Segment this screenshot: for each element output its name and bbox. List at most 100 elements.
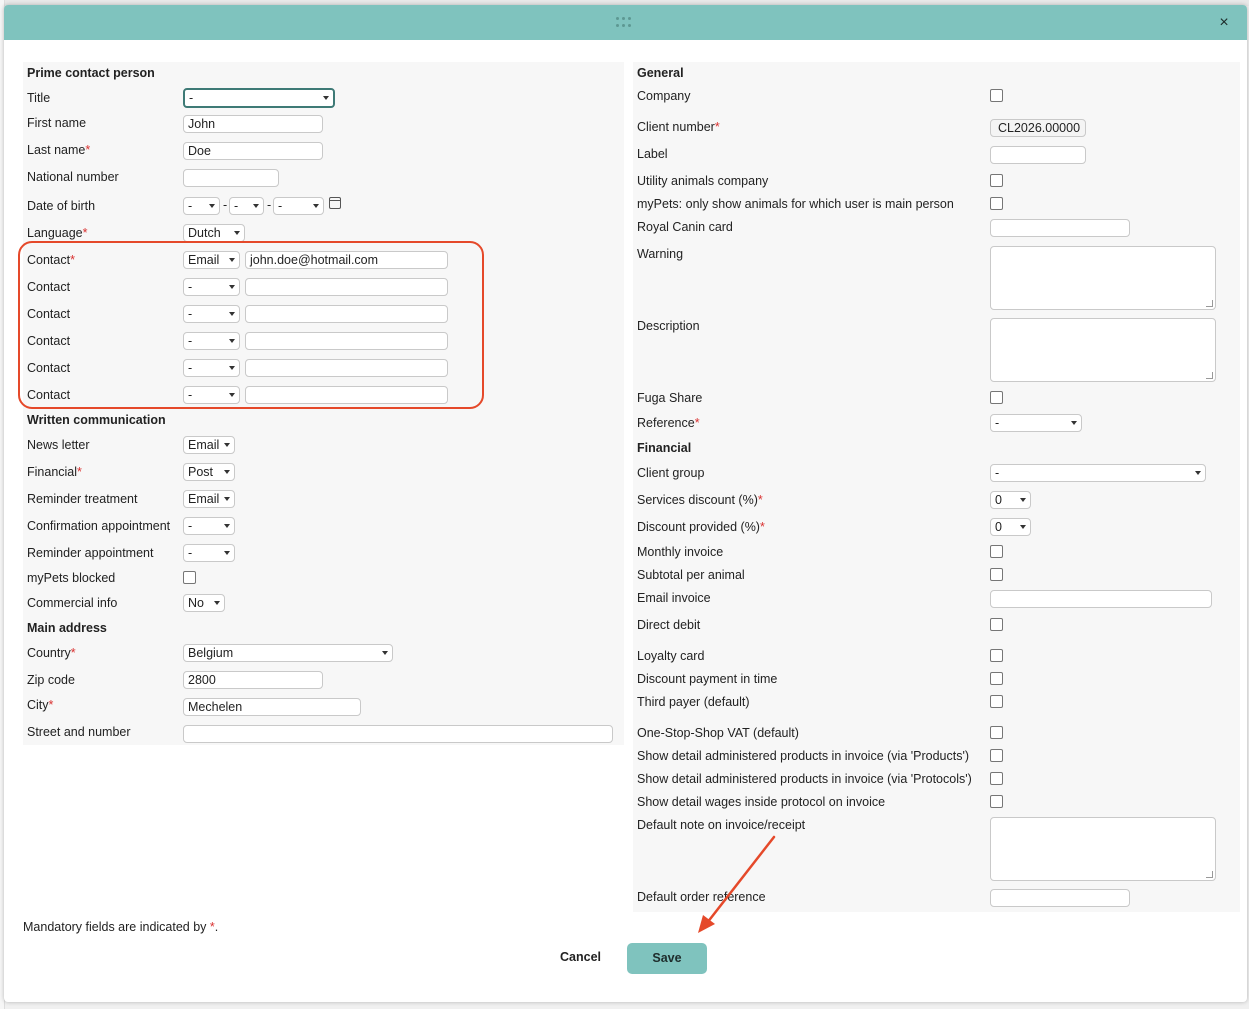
- street-input[interactable]: [183, 725, 613, 743]
- loyalty-card-checkbox[interactable]: [990, 649, 1003, 662]
- mypets-blocked-checkbox[interactable]: [183, 571, 196, 584]
- description-textarea[interactable]: [990, 318, 1216, 382]
- subtotal-checkbox[interactable]: [990, 568, 1003, 581]
- commercial-info-label: Commercial info: [27, 596, 118, 610]
- third-payer-checkbox[interactable]: [990, 695, 1003, 708]
- discount-provided-select[interactable]: 0: [990, 518, 1031, 536]
- mypets-only-label: myPets: only show animals for which user…: [637, 197, 954, 211]
- client-group-value: -: [995, 466, 1000, 480]
- discount-provided-value: 0: [995, 520, 1002, 534]
- monthly-invoice-checkbox[interactable]: [990, 545, 1003, 558]
- royal-canin-label: Royal Canin card: [637, 220, 733, 234]
- detail-wages-label: Show detail wages inside protocol on inv…: [637, 795, 886, 809]
- dob-separator: -: [223, 198, 228, 212]
- email-invoice-input[interactable]: [990, 590, 1212, 608]
- client-group-label: Client group: [637, 466, 705, 480]
- chevron-down-icon: [224, 443, 230, 447]
- fuga-share-label: Fuga Share: [637, 391, 703, 405]
- cancel-button[interactable]: Cancel: [560, 950, 601, 964]
- language-value: Dutch: [188, 226, 221, 240]
- reminder-appointment-select[interactable]: -: [183, 544, 235, 562]
- close-icon[interactable]: ×: [1214, 13, 1234, 33]
- country-label: Country: [27, 646, 76, 660]
- oss-vat-checkbox[interactable]: [990, 726, 1003, 739]
- title-select[interactable]: -: [183, 88, 335, 108]
- reference-value: -: [995, 416, 1000, 430]
- default-note-textarea[interactable]: [990, 817, 1216, 881]
- reminder-treatment-label: Reminder treatment: [27, 492, 138, 506]
- detail-protocols-checkbox[interactable]: [990, 772, 1003, 785]
- client-number-input[interactable]: CL2026.00000: [990, 119, 1086, 137]
- default-order-label: Default order reference: [637, 890, 766, 904]
- language-label: Language: [27, 226, 88, 240]
- financial-comm-label: Financial: [27, 465, 82, 479]
- chevron-down-icon: [224, 470, 230, 474]
- warning-label: Warning: [637, 247, 684, 261]
- newsletter-select[interactable]: Email: [183, 436, 235, 454]
- chevron-down-icon: [214, 601, 220, 605]
- national-number-input[interactable]: [183, 169, 279, 187]
- company-label: Company: [637, 89, 691, 103]
- calendar-icon[interactable]: [329, 197, 341, 209]
- discount-payment-checkbox[interactable]: [990, 672, 1003, 685]
- default-note-label: Default note on invoice/receipt: [637, 818, 806, 832]
- last-name-input[interactable]: Doe: [183, 142, 323, 160]
- fuga-share-checkbox[interactable]: [990, 391, 1003, 404]
- street-label: Street and number: [27, 725, 131, 739]
- mandatory-note-text: Mandatory fields are indicated by: [23, 920, 210, 934]
- mandatory-end: .: [214, 920, 219, 934]
- chevron-down-icon: [313, 204, 319, 208]
- reference-select[interactable]: -: [990, 414, 1082, 432]
- reminder-appointment-label: Reminder appointment: [27, 546, 154, 560]
- reminder-appointment-value: -: [188, 546, 193, 560]
- email-invoice-label: Email invoice: [637, 591, 711, 605]
- city-label: City: [27, 698, 53, 712]
- chevron-down-icon: [224, 497, 230, 501]
- grip-icon[interactable]: [616, 17, 634, 29]
- direct-debit-label: Direct debit: [637, 618, 701, 632]
- default-order-input[interactable]: [990, 889, 1130, 907]
- written-communication-header: Written communication: [27, 413, 166, 427]
- contacts-highlight-annotation: [18, 241, 484, 409]
- client-edit-dialog: × Prime contact person Title - First nam…: [4, 5, 1247, 1002]
- language-select[interactable]: Dutch: [183, 224, 245, 242]
- warning-textarea[interactable]: [990, 246, 1216, 310]
- dialog-titlebar[interactable]: ×: [4, 5, 1247, 40]
- mypets-blocked-label: myPets blocked: [27, 571, 116, 585]
- detail-products-checkbox[interactable]: [990, 749, 1003, 762]
- dob-month-select[interactable]: -: [229, 197, 264, 215]
- save-button[interactable]: Save: [627, 943, 707, 974]
- dob-year-select[interactable]: -: [273, 197, 324, 215]
- royal-canin-input[interactable]: [990, 219, 1130, 237]
- label-input[interactable]: [990, 146, 1086, 164]
- services-discount-value: 0: [995, 493, 1002, 507]
- title-label: Title: [27, 91, 51, 105]
- oss-vat-label: One-Stop-Shop VAT (default): [637, 726, 799, 740]
- detail-wages-checkbox[interactable]: [990, 795, 1003, 808]
- financial-comm-select[interactable]: Post: [183, 463, 235, 481]
- zip-code-input[interactable]: 2800: [183, 671, 323, 689]
- city-input[interactable]: Mechelen: [183, 698, 361, 716]
- general-header: General: [637, 66, 684, 80]
- client-group-select[interactable]: -: [990, 464, 1206, 482]
- services-discount-label: Services discount (%): [637, 493, 763, 507]
- reminder-treatment-select[interactable]: Email: [183, 490, 235, 508]
- confirmation-appointment-select[interactable]: -: [183, 517, 235, 535]
- mypets-only-checkbox[interactable]: [990, 197, 1003, 210]
- company-checkbox[interactable]: [990, 89, 1003, 102]
- national-number-label: National number: [27, 170, 119, 184]
- first-name-input[interactable]: John: [183, 115, 323, 133]
- chevron-down-icon: [234, 231, 240, 235]
- title-value: -: [189, 91, 194, 105]
- commercial-info-select[interactable]: No: [183, 594, 225, 612]
- dob-day-select[interactable]: -: [183, 197, 220, 215]
- chevron-down-icon: [209, 204, 215, 208]
- third-payer-label: Third payer (default): [637, 695, 750, 709]
- chevron-down-icon: [224, 551, 230, 555]
- chevron-down-icon: [253, 204, 259, 208]
- chevron-down-icon: [1020, 498, 1026, 502]
- services-discount-select[interactable]: 0: [990, 491, 1031, 509]
- country-select[interactable]: Belgium: [183, 644, 393, 662]
- direct-debit-checkbox[interactable]: [990, 618, 1003, 631]
- utility-animals-checkbox[interactable]: [990, 174, 1003, 187]
